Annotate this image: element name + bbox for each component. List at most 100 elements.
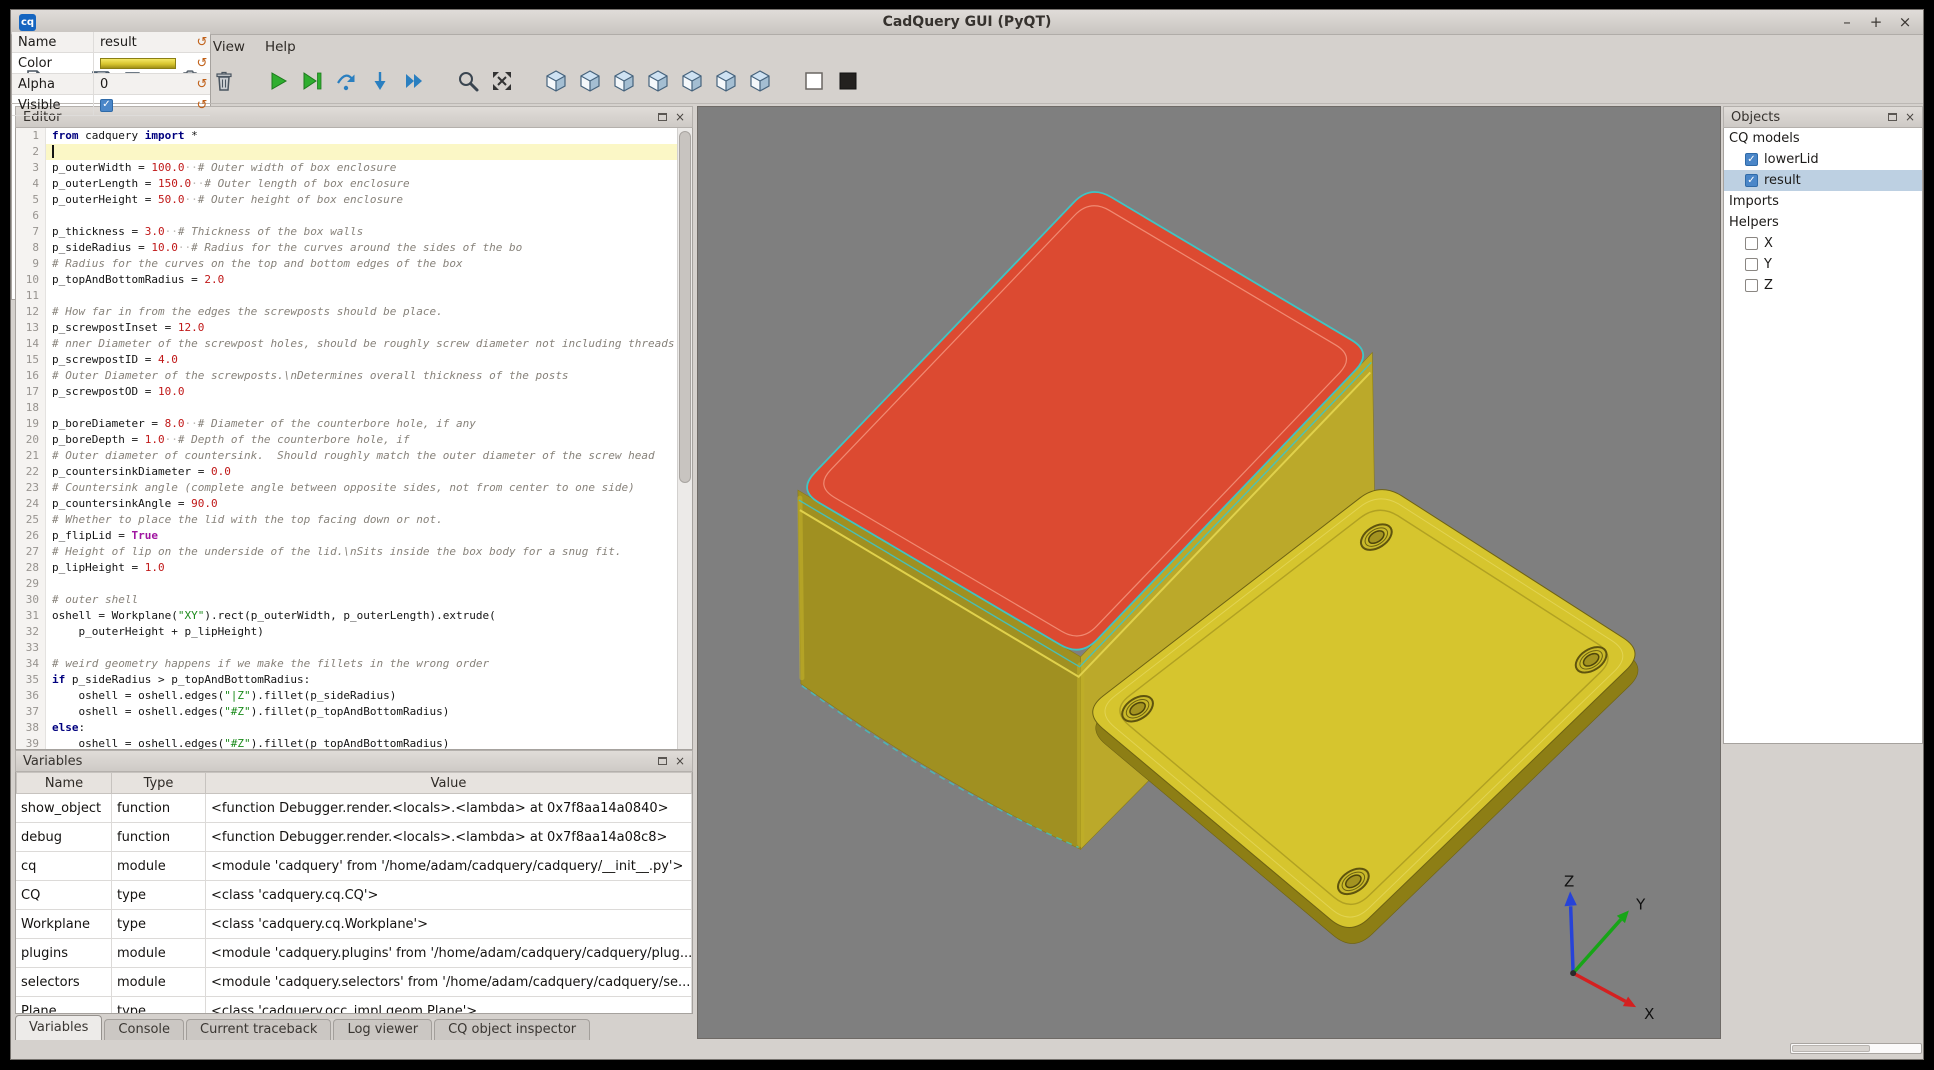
code-line[interactable]: 13p_screwpostInset = 12.0 bbox=[16, 320, 677, 336]
revert-icon[interactable]: ↺ bbox=[194, 77, 210, 92]
property-row-visible[interactable]: Visible✓↺ bbox=[12, 95, 210, 116]
table-row[interactable]: show_objectfunction<function Debugger.re… bbox=[16, 794, 692, 823]
maximize-button[interactable]: + bbox=[1868, 15, 1884, 30]
objects-panel-header[interactable]: Objects × bbox=[1723, 106, 1923, 128]
checkbox[interactable] bbox=[1745, 237, 1758, 250]
code-line[interactable]: 33 bbox=[16, 640, 677, 656]
table-row[interactable]: debugfunction<function Debugger.render.<… bbox=[16, 823, 692, 852]
scrollbar-thumb[interactable] bbox=[679, 131, 691, 483]
step-into-button[interactable] bbox=[365, 66, 395, 96]
property-row-color[interactable]: Color↺ bbox=[12, 53, 210, 74]
scrollbar-thumb[interactable] bbox=[1792, 1045, 1870, 1052]
code-line[interactable]: 8p_sideRadius = 10.0··# Radius for the c… bbox=[16, 240, 677, 256]
code-line[interactable]: 38else: bbox=[16, 720, 677, 736]
checkbox[interactable]: ✓ bbox=[1745, 174, 1758, 187]
run-button[interactable] bbox=[263, 66, 293, 96]
continue-button[interactable] bbox=[399, 66, 429, 96]
view-top-button[interactable] bbox=[711, 66, 741, 96]
table-row[interactable]: selectorsmodule<module 'cadquery.selecto… bbox=[16, 968, 692, 997]
checkbox[interactable] bbox=[1745, 279, 1758, 292]
code-line[interactable]: 25# Whether to place the lid with the to… bbox=[16, 512, 677, 528]
code-line[interactable]: 11 bbox=[16, 288, 677, 304]
code-line[interactable]: 3p_outerWidth = 100.0··# Outer width of … bbox=[16, 160, 677, 176]
debug-button[interactable] bbox=[297, 66, 327, 96]
table-row[interactable]: Planetype<class 'cadquery.occ_impl.geom.… bbox=[16, 997, 692, 1014]
code-line[interactable]: 12# How far in from the edges the screwp… bbox=[16, 304, 677, 320]
code-line[interactable]: 29 bbox=[16, 576, 677, 592]
code-line[interactable]: 31oshell = Workplane("XY").rect(p_outerW… bbox=[16, 608, 677, 624]
code-line[interactable]: 10p_topAndBottomRadius = 2.0 bbox=[16, 272, 677, 288]
tree-group-cq-models[interactable]: CQ models bbox=[1724, 128, 1922, 149]
tree-group-imports[interactable]: Imports bbox=[1724, 191, 1922, 212]
float-panel-button[interactable] bbox=[654, 754, 670, 769]
code-line[interactable]: 22p_countersinkDiameter = 0.0 bbox=[16, 464, 677, 480]
property-row-alpha[interactable]: Alpha0↺ bbox=[12, 74, 210, 95]
delete-button[interactable] bbox=[209, 66, 239, 96]
shaded-button[interactable] bbox=[833, 66, 863, 96]
view-iso-button[interactable] bbox=[541, 66, 571, 96]
code-line[interactable]: 28p_lipHeight = 1.0 bbox=[16, 560, 677, 576]
tree-item-y[interactable]: Y bbox=[1724, 254, 1922, 275]
fit-view-button[interactable] bbox=[487, 66, 517, 96]
code-line[interactable]: 21# Outer diameter of countersink. Shoul… bbox=[16, 448, 677, 464]
view-left-button[interactable] bbox=[643, 66, 673, 96]
tree-item-lowerlid[interactable]: ✓lowerLid bbox=[1724, 149, 1922, 170]
checkbox[interactable]: ✓ bbox=[1745, 153, 1758, 166]
column-header-type[interactable]: Type bbox=[112, 772, 206, 794]
menu-item-help[interactable]: Help bbox=[255, 36, 306, 58]
code-line[interactable]: 4p_outerLength = 150.0··# Outer length o… bbox=[16, 176, 677, 192]
table-row[interactable]: CQtype<class 'cadquery.cq.CQ'> bbox=[16, 881, 692, 910]
tab-current-traceback[interactable]: Current traceback bbox=[186, 1019, 331, 1040]
checkbox[interactable]: ✓ bbox=[100, 99, 113, 112]
code-line[interactable]: 18 bbox=[16, 400, 677, 416]
tree-item-result[interactable]: ✓result bbox=[1724, 170, 1922, 191]
tree-group-helpers[interactable]: Helpers bbox=[1724, 212, 1922, 233]
view-bottom-button[interactable] bbox=[745, 66, 775, 96]
code-line[interactable]: 39 oshell = oshell.edges("#Z").fillet(p_… bbox=[16, 736, 677, 749]
menu-item-view[interactable]: View bbox=[203, 36, 255, 58]
code-line[interactable]: 20p_boreDepth = 1.0··# Depth of the coun… bbox=[16, 432, 677, 448]
view-front-button[interactable] bbox=[575, 66, 605, 96]
tree-item-x[interactable]: X bbox=[1724, 233, 1922, 254]
wireframe-button[interactable] bbox=[799, 66, 829, 96]
code-line[interactable]: 5p_outerHeight = 50.0··# Outer height of… bbox=[16, 192, 677, 208]
code-line[interactable]: 9# Radius for the curves on the top and … bbox=[16, 256, 677, 272]
code-line[interactable]: 16# Outer Diameter of the screwposts.\nD… bbox=[16, 368, 677, 384]
tab-cq-object-inspector[interactable]: CQ object inspector bbox=[434, 1019, 590, 1040]
zoom-button[interactable] bbox=[453, 66, 483, 96]
viewport-3d[interactable]: X Y Z bbox=[697, 106, 1721, 1039]
code-line[interactable]: 6 bbox=[16, 208, 677, 224]
code-line[interactable]: 19p_boreDiameter = 8.0··# Diameter of th… bbox=[16, 416, 677, 432]
view-back-button[interactable] bbox=[609, 66, 639, 96]
table-row[interactable]: pluginsmodule<module 'cadquery.plugins' … bbox=[16, 939, 692, 968]
tree-item-z[interactable]: Z bbox=[1724, 275, 1922, 296]
revert-icon[interactable]: ↺ bbox=[194, 56, 210, 71]
code-line[interactable]: 37 oshell = oshell.edges("#Z").fillet(p_… bbox=[16, 704, 677, 720]
column-header-value[interactable]: Value bbox=[206, 772, 692, 794]
code-line[interactable]: 35if p_sideRadius > p_topAndBottomRadius… bbox=[16, 672, 677, 688]
close-panel-button[interactable]: × bbox=[672, 754, 688, 769]
table-row[interactable]: Workplanetype<class 'cadquery.cq.Workpla… bbox=[16, 910, 692, 939]
code-line[interactable]: 34# weird geometry happens if we make th… bbox=[16, 656, 677, 672]
minimize-button[interactable]: – bbox=[1839, 15, 1855, 30]
close-panel-button[interactable]: × bbox=[672, 110, 688, 125]
code-line[interactable]: 7p_thickness = 3.0··# Thickness of the b… bbox=[16, 224, 677, 240]
editor-scrollbar[interactable] bbox=[677, 128, 692, 749]
code-line[interactable]: 36 oshell = oshell.edges("|Z").fillet(p_… bbox=[16, 688, 677, 704]
code-editor[interactable]: 1from cadquery import *23p_outerWidth = … bbox=[15, 128, 693, 750]
code-line[interactable]: 26p_flipLid = True bbox=[16, 528, 677, 544]
float-panel-button[interactable] bbox=[1884, 110, 1900, 125]
tab-variables[interactable]: Variables bbox=[15, 1015, 102, 1040]
code-line[interactable]: 30# outer shell bbox=[16, 592, 677, 608]
horizontal-scrollbar[interactable] bbox=[1790, 1043, 1922, 1054]
property-row-name[interactable]: Nameresult↺ bbox=[12, 32, 210, 53]
tab-console[interactable]: Console bbox=[104, 1019, 184, 1040]
color-swatch[interactable] bbox=[100, 58, 176, 69]
close-button[interactable]: × bbox=[1897, 15, 1913, 30]
titlebar[interactable]: cq CadQuery GUI (PyQT) – + × bbox=[11, 10, 1923, 35]
table-row[interactable]: cqmodule<module 'cadquery' from '/home/a… bbox=[16, 852, 692, 881]
column-header-name[interactable]: Name bbox=[16, 772, 112, 794]
float-panel-button[interactable] bbox=[654, 110, 670, 125]
code-line[interactable]: 14# nner Diameter of the screwpost holes… bbox=[16, 336, 677, 352]
close-panel-button[interactable]: × bbox=[1902, 110, 1918, 125]
